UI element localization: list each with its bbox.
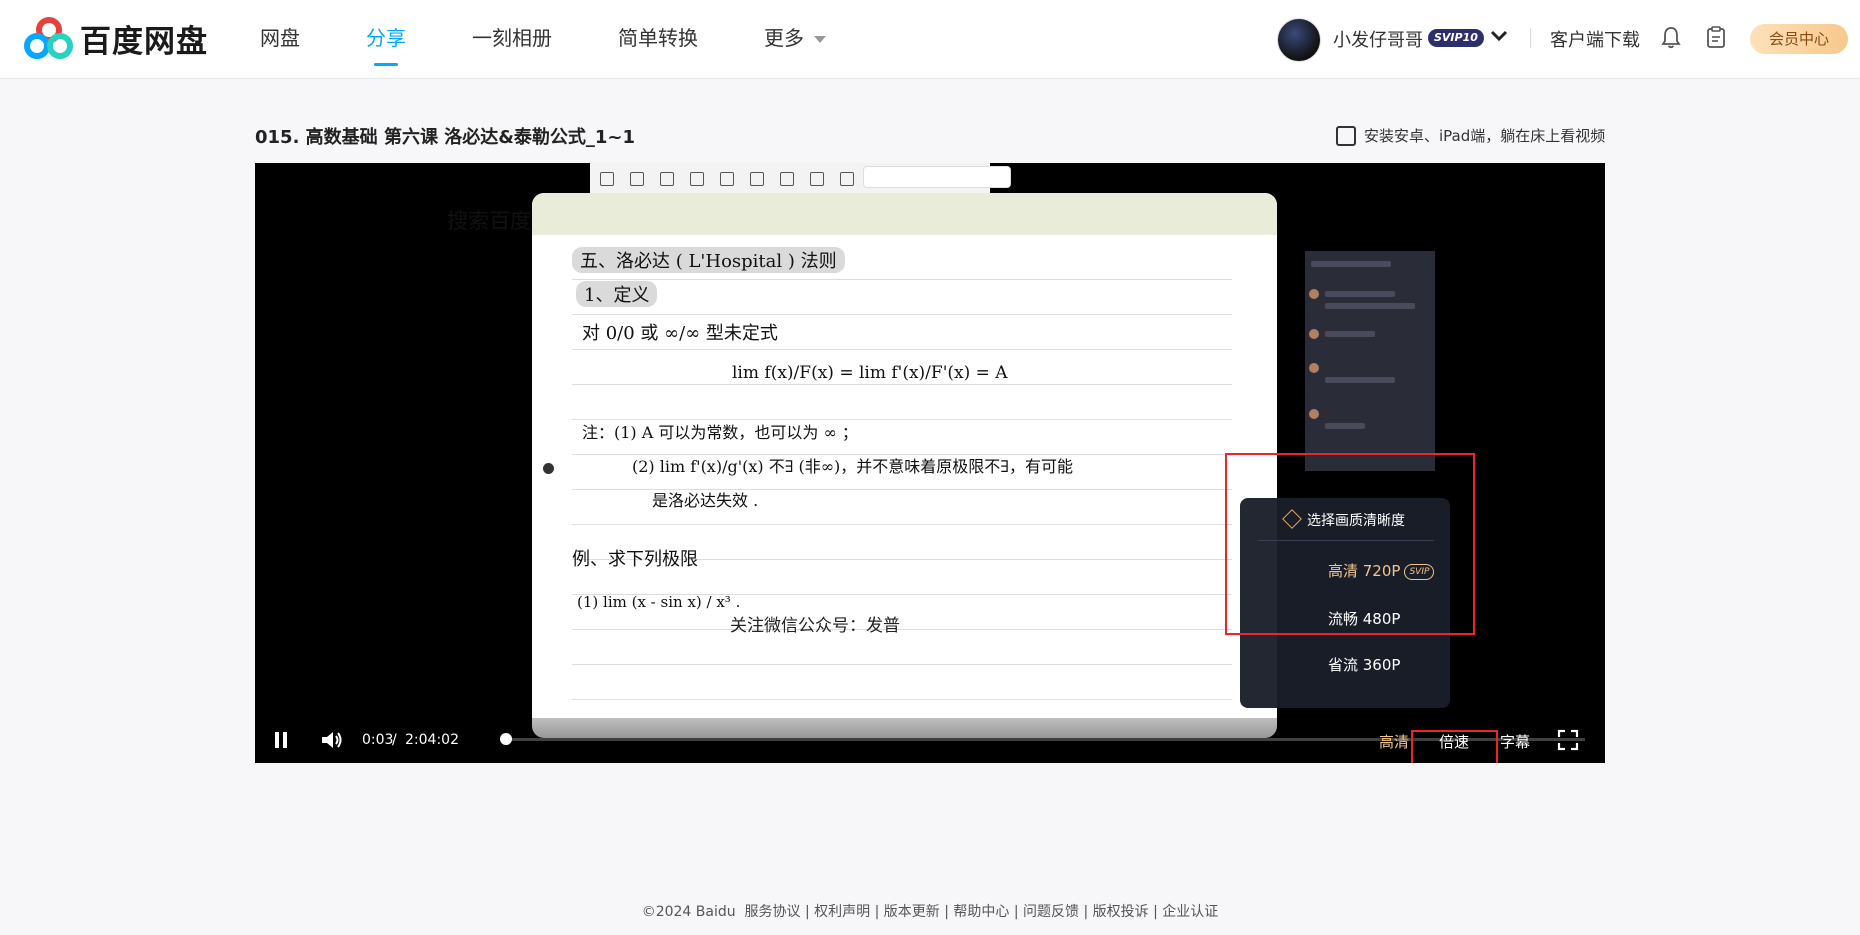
footer-link-terms[interactable]: 服务协议 — [745, 904, 801, 920]
subtitle-button[interactable]: 字幕 — [1500, 731, 1530, 752]
brand-name: 百度网盘 — [80, 24, 208, 60]
toolbar-tool-icon — [600, 172, 614, 186]
chat-line — [1325, 303, 1415, 309]
chat-avatar — [1309, 289, 1319, 299]
nav-item-netdisk[interactable]: 网盘 — [260, 0, 300, 78]
chat-line — [1325, 423, 1365, 429]
bell-icon[interactable] — [1660, 25, 1682, 49]
phone-icon — [1336, 125, 1356, 146]
progress-scrubber[interactable] — [500, 733, 512, 745]
recording-status-pill — [863, 166, 1011, 188]
footer-link-copyright-complaint[interactable]: 版权投诉 — [1093, 904, 1149, 920]
header-divider — [1530, 28, 1531, 48]
note-example-heading: 例、求下列极限 — [572, 549, 698, 570]
clipboard-icon[interactable] — [1705, 25, 1727, 49]
mobile-app-tip-text: 安装安卓、iPad端，躺在床上看视频 — [1364, 127, 1606, 145]
toolbar-tool-icon — [660, 172, 674, 186]
note-subheading: 1、定义 — [576, 281, 658, 307]
footer-link-enterprise[interactable]: 企业认证 — [1162, 904, 1218, 920]
fullscreen-icon[interactable] — [1557, 728, 1579, 752]
pause-icon[interactable] — [269, 728, 293, 752]
chevron-down-icon[interactable] — [1488, 22, 1510, 50]
footer-link-feedback[interactable]: 问题反馈 — [1023, 904, 1079, 920]
note-line-1: 对 0/0 或 ∞/∞ 型未定式 — [582, 323, 778, 344]
mobile-app-tip[interactable]: 安装安卓、iPad端，躺在床上看视频 — [1336, 125, 1605, 146]
chat-avatar — [1309, 363, 1319, 373]
footer-copyright: ©2024 Baidu — [641, 904, 736, 920]
highlight-box-speed — [1411, 730, 1498, 763]
toolbar-tool-icon — [690, 172, 704, 186]
watermark-middle: 关注微信公众号：发普 — [730, 616, 900, 636]
chat-line — [1325, 331, 1375, 337]
toolbar-tool-icon — [840, 172, 854, 186]
chat-avatar — [1309, 329, 1319, 339]
note-app-toolbar — [532, 193, 1277, 235]
caret-down-icon — [814, 36, 826, 43]
nav-item-share[interactable]: 分享 — [366, 0, 406, 78]
toolbar-tool-icon — [780, 172, 794, 186]
top-header: 百度网盘 网盘 分享 一刻相册 简单转换 更多 小发仔哥哥 SVIP10 客户端… — [0, 0, 1860, 79]
footer: ©2024 Baidu 服务协议 | 权利声明 | 版本更新 | 帮助中心 | … — [641, 904, 1219, 920]
recording-chat-panel — [1305, 251, 1435, 471]
time-separator: / — [392, 732, 397, 748]
highlight-box-quality-options — [1225, 453, 1475, 635]
baidu-netdisk-logo-icon — [24, 16, 73, 59]
video-title: 015. 高数基础 第六课 洛必达&泰勒公式_1~1 — [255, 127, 636, 148]
player-control-bar: 0:03 / 2:04:02 高清 倍速 字幕 — [255, 718, 1605, 763]
toolbar-tool-icon — [630, 172, 644, 186]
quality-button[interactable]: 高清 — [1379, 731, 1409, 752]
vip-badge: SVIP10 — [1428, 29, 1484, 47]
chat-avatar — [1309, 409, 1319, 419]
current-time: 0:03 — [362, 732, 394, 748]
note-page: 五、洛必达 ( L'Hospital ) 法则 1、定义 对 0/0 或 ∞/∞… — [532, 193, 1277, 738]
toolbar-tool-icon — [750, 172, 764, 186]
note-formula: lim f(x)/F(x) = lim f'(x)/F'(x) = A — [732, 363, 1008, 383]
pen-dot — [543, 463, 554, 474]
brand-logo[interactable]: 百度网盘 — [24, 16, 208, 61]
nav-more-label: 更多 — [764, 26, 804, 50]
note-remark-1: 注：(1) A 可以为常数，也可以为 ∞ ； — [582, 423, 858, 442]
toolbar-tool-icon — [720, 172, 734, 186]
footer-link-help[interactable]: 帮助中心 — [953, 904, 1009, 920]
note-example-1: (1) lim (x - sin x) / x³ . — [577, 593, 741, 611]
footer-link-rights[interactable]: 权利声明 — [814, 904, 870, 920]
quality-option-360p[interactable]: 省流 360P — [1328, 654, 1400, 675]
toolbar-tool-icon — [810, 172, 824, 186]
note-heading: 五、洛必达 ( L'Hospital ) 法则 — [572, 247, 845, 273]
note-ruled-lines — [572, 245, 1232, 725]
chat-line — [1311, 261, 1391, 267]
nav-item-more[interactable]: 更多 — [764, 0, 826, 78]
chat-line — [1325, 291, 1395, 297]
main-nav: 网盘 分享 一刻相册 简单转换 更多 — [260, 0, 892, 78]
client-download-link[interactable]: 客户端下载 — [1550, 26, 1640, 52]
note-remark-3: 是洛必达失效 . — [652, 491, 759, 510]
total-time: 2:04:02 — [405, 732, 459, 748]
note-remark-2: (2) lim f'(x)/g'(x) 不∃ (非∞)，并不意味着原极限不∃，有… — [632, 457, 1073, 476]
footer-link-version[interactable]: 版本更新 — [884, 904, 940, 920]
nav-item-album[interactable]: 一刻相册 — [472, 0, 552, 78]
volume-icon[interactable] — [319, 728, 345, 752]
chat-line — [1325, 377, 1395, 383]
avatar[interactable] — [1277, 18, 1321, 62]
username[interactable]: 小发仔哥哥 — [1333, 26, 1423, 52]
nav-item-convert[interactable]: 简单转换 — [618, 0, 698, 78]
member-center-button[interactable]: 会员中心 — [1750, 24, 1848, 54]
video-player[interactable]: 搜索百度云盘：fapu55 五、洛必达 ( L'Hospital ) 法则 1、… — [255, 163, 1605, 763]
